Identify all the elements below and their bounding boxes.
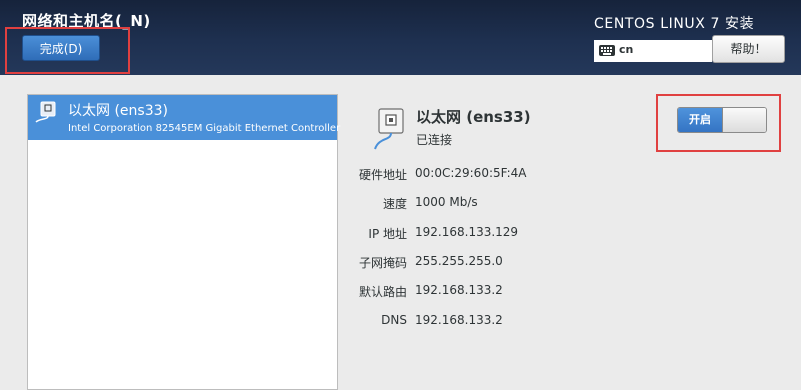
top-header: 网络和主机名(_N) 完成(D) CENTOS LINUX 7 安装 cn 帮助… [0, 0, 801, 75]
detail-value: 00:0C:29:60:5F:4A [415, 166, 527, 180]
product-title: CENTOS LINUX 7 安装 [594, 16, 755, 32]
detail-value: 192.168.133.2 [415, 283, 503, 297]
list-item[interactable]: 以太网 (ens33) Intel Corporation 82545EM Gi… [28, 95, 341, 140]
detail-row-dns: DNS 192.168.133.2 [340, 313, 740, 331]
connection-description: Intel Corporation 82545EM Gigabit Ethern… [68, 123, 341, 134]
detail-label: 子网掩码 [358, 256, 407, 270]
detail-row-speed: 速度 1000 Mb/s [340, 195, 740, 213]
help-button[interactable]: 帮助！ [712, 35, 785, 63]
connection-toggle-switch[interactable]: 开启 [677, 107, 767, 133]
detail-label: 默认路由 [358, 285, 407, 299]
detail-row-subnet-mask: 子网掩码 255.255.255.0 [340, 254, 740, 272]
keyboard-layout-label: cn [619, 43, 634, 56]
connection-list: 以太网 (ens33) Intel Corporation 82545EM Gi… [27, 94, 341, 390]
detail-label: DNS [381, 313, 407, 327]
keyboard-layout-indicator[interactable]: cn [594, 40, 712, 62]
connection-title: 以太网 (ens33) [416, 108, 531, 126]
network-wired-icon [374, 108, 404, 150]
done-button[interactable]: 完成(D) [22, 35, 100, 61]
connection-name: 以太网 (ens33) [68, 103, 168, 119]
detail-row-ip-address: IP 地址 192.168.133.129 [340, 225, 740, 243]
detail-label: 速度 [382, 197, 407, 211]
detail-value: 1000 Mb/s [415, 195, 478, 209]
detail-label: 硬件地址 [358, 168, 407, 182]
detail-label: IP 地址 [368, 227, 407, 241]
detail-row-hardware-address: 硬件地址 00:0C:29:60:5F:4A [340, 166, 740, 184]
detail-value: 192.168.133.129 [415, 225, 519, 239]
switch-on-label: 开启 [678, 108, 722, 132]
detail-value: 255.255.255.0 [415, 254, 503, 268]
switch-knob[interactable] [722, 108, 766, 132]
detail-row-default-route: 默认路由 192.168.133.2 [340, 283, 740, 301]
keyboard-icon [599, 45, 615, 56]
network-wired-icon [35, 101, 56, 123]
connection-status: 已连接 [416, 133, 453, 147]
page-title: 网络和主机名(_N) [22, 12, 151, 30]
detail-value: 192.168.133.2 [415, 313, 503, 327]
